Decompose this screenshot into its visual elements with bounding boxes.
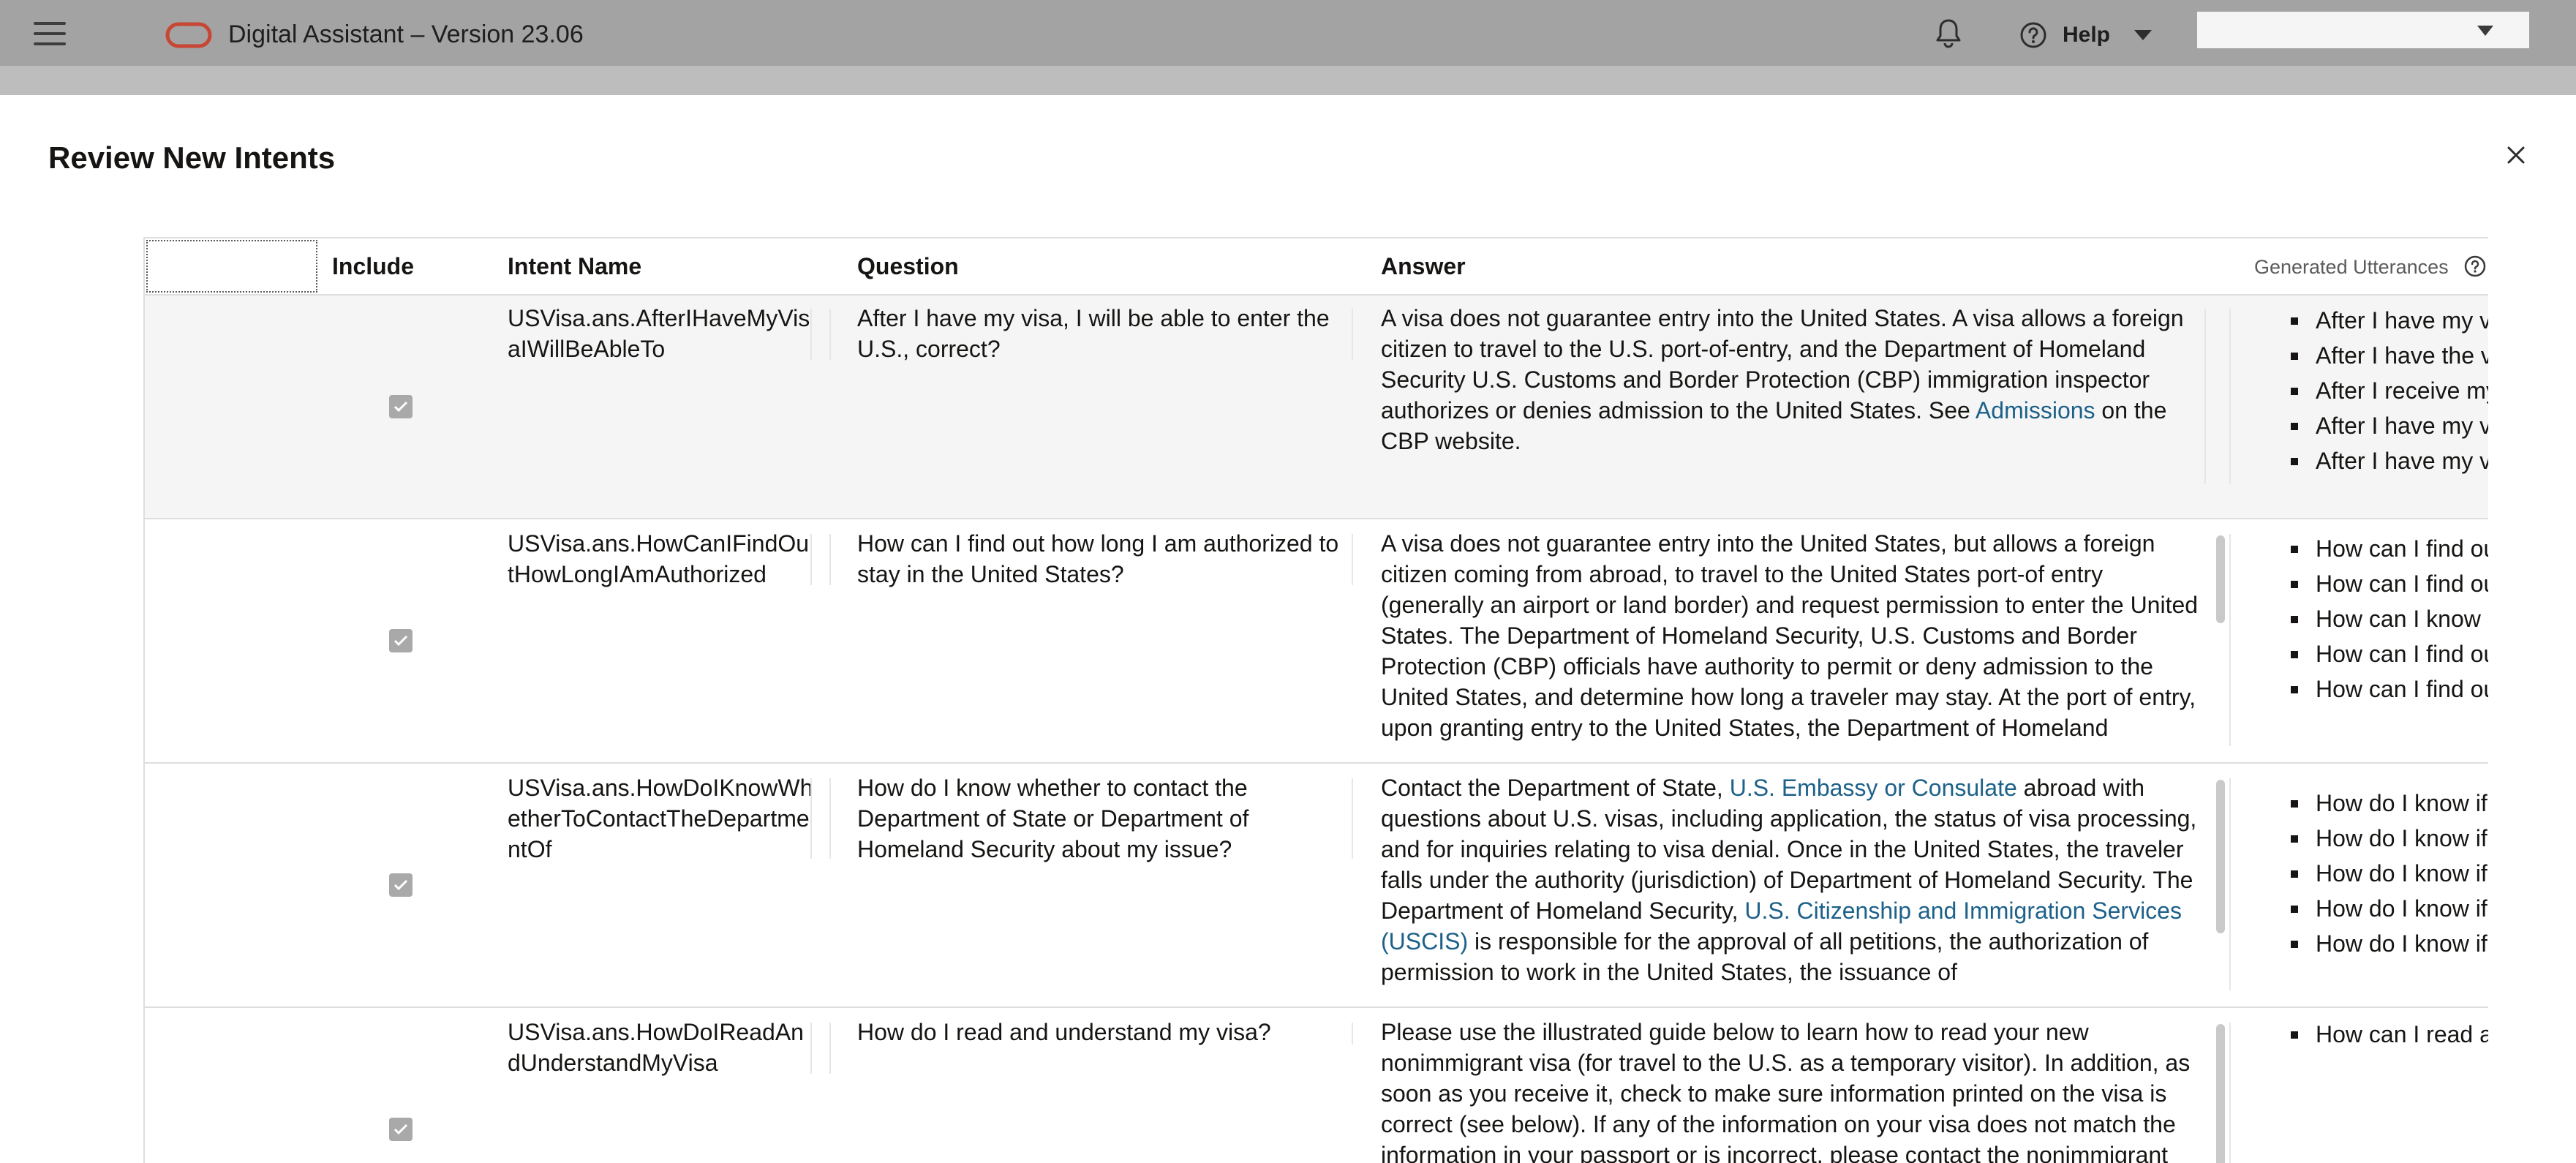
column-divider — [2229, 1023, 2231, 1163]
column-divider — [1352, 309, 1353, 360]
column-divider — [829, 1023, 831, 1074]
intent-name-cell: USVisa.ans.HowDoIKnowWhetherToContactThe… — [508, 775, 813, 862]
user-menu-chevron-icon[interactable] — [2477, 25, 2494, 37]
help-menu-button[interactable]: Help — [2019, 18, 2153, 53]
answer-cell: Please use the illustrated guide below t… — [1381, 1019, 2191, 1163]
list-item: After I have my v — [2291, 443, 2488, 478]
column-intent-name[interactable]: Intent Name — [508, 253, 641, 280]
answer-cell: A visa does not guarantee entry into the… — [1381, 530, 2199, 741]
intent-name-cell: USVisa.ans.HowCanIFindOutHowLongIAmAutho… — [508, 530, 810, 587]
list-item: After I have the v — [2291, 338, 2488, 373]
utterances-list: How can I find ou How can I find ou How … — [2291, 531, 2488, 707]
list-item: How do I know if — [2291, 926, 2488, 961]
answer-cell: A visa does not guarantee entry into the… — [1381, 303, 2207, 456]
answer-cell: Contact the Department of State, U.S. Em… — [1381, 772, 2207, 987]
list-item: How do I know if — [2291, 856, 2488, 891]
bell-icon[interactable] — [1931, 16, 1966, 51]
checkbox-checked-icon — [393, 401, 408, 413]
background-overlay — [0, 66, 2576, 95]
table-row[interactable]: USVisa.ans.HowCanIFindOutHowLongIAmAutho… — [145, 519, 2488, 764]
question-cell: How do I read and understand my visa? — [857, 1019, 1271, 1045]
column-divider — [2229, 309, 2231, 484]
table-row[interactable]: USVisa.ans.HowDoIKnowWhetherToContactThe… — [145, 764, 2488, 1008]
select-all-header[interactable] — [146, 240, 317, 293]
utterances-list: How do I know if How do I know if How do… — [2291, 786, 2488, 961]
column-question[interactable]: Question — [857, 253, 959, 280]
list-item: How can I find ou — [2291, 636, 2488, 671]
answer-text: Contact the Department of State, — [1381, 775, 1730, 801]
column-generated-utterances[interactable]: Generated Utterances — [2254, 256, 2449, 279]
column-divider — [2204, 309, 2206, 484]
question-cell: After I have my visa, I will be able to … — [857, 305, 1330, 362]
info-circle-icon[interactable] — [2463, 255, 2487, 278]
include-checkbox[interactable] — [389, 873, 413, 897]
column-divider — [810, 1023, 812, 1074]
column-divider — [829, 778, 831, 859]
list-item: How do I know if — [2291, 891, 2488, 926]
dialog-title: Review New Intents — [48, 140, 336, 175]
list-item: After I have my v — [2291, 408, 2488, 443]
column-divider — [810, 309, 812, 360]
utterances-list: How can I read a — [2291, 1017, 2488, 1052]
chevron-down-icon — [2134, 30, 2153, 40]
help-label: Help — [2063, 23, 2111, 47]
table-row[interactable]: USVisa.ans.HowDoIReadAndUnderstandMyVisa… — [145, 1008, 2488, 1163]
intents-table: Include Intent Name Question Answer Gene… — [143, 237, 2488, 1163]
answer-scrollbar[interactable] — [2216, 1024, 2225, 1163]
close-icon[interactable] — [2501, 140, 2531, 170]
embassy-consulate-link[interactable]: U.S. Embassy or Consulate — [1730, 775, 2017, 801]
list-item: How can I know h — [2291, 601, 2488, 636]
column-divider — [1352, 534, 1353, 585]
question-cell: How do I know whether to contact the Dep… — [857, 775, 1249, 862]
column-divider — [1352, 778, 1353, 859]
answer-text: is responsible for the approval of all p… — [1381, 928, 2149, 985]
oracle-logo — [165, 22, 212, 48]
utterances-list: After I have my v After I have the v Aft… — [2291, 303, 2488, 478]
list-item: How do I know if — [2291, 786, 2488, 821]
checkbox-checked-icon — [393, 635, 408, 647]
column-divider — [1352, 1023, 1353, 1045]
column-divider — [810, 778, 812, 859]
list-item: After I receive my — [2291, 373, 2488, 408]
include-checkbox[interactable] — [389, 629, 413, 652]
list-item: How can I read a — [2291, 1017, 2488, 1052]
intent-name-cell: USVisa.ans.AfterIHaveMyVisaIWillBeAbleTo — [508, 305, 810, 362]
help-circle-icon — [2020, 22, 2046, 48]
intent-name-cell: USVisa.ans.HowDoIReadAndUnderstandMyVisa — [508, 1019, 804, 1076]
column-divider — [2229, 778, 2231, 990]
list-item: How can I find ou — [2291, 566, 2488, 601]
answer-scrollbar[interactable] — [2216, 535, 2225, 623]
checkbox-checked-icon — [393, 1124, 408, 1135]
answer-scrollbar[interactable] — [2216, 780, 2225, 933]
column-include[interactable]: Include — [332, 253, 414, 280]
include-checkbox[interactable] — [389, 395, 413, 418]
app-title: Digital Assistant – Version 23.06 — [228, 20, 584, 48]
list-item: How do I know if — [2291, 821, 2488, 856]
app-header: Digital Assistant – Version 23.06 Help — [0, 0, 2576, 66]
review-intents-dialog: Review New Intents Include Intent Name Q… — [0, 95, 2576, 1163]
column-answer[interactable]: Answer — [1381, 253, 1466, 280]
list-item: How can I find ou — [2291, 671, 2488, 707]
checkbox-checked-icon — [393, 879, 408, 891]
question-cell: How can I find out how long I am authori… — [857, 530, 1339, 587]
column-divider — [2229, 534, 2231, 746]
column-divider — [810, 534, 812, 585]
include-checkbox[interactable] — [389, 1118, 413, 1141]
table-row[interactable]: USVisa.ans.AfterIHaveMyVisaIWillBeAbleTo… — [145, 296, 2488, 519]
list-item: After I have my v — [2291, 303, 2488, 338]
hamburger-menu-icon[interactable] — [34, 22, 66, 45]
column-divider — [829, 309, 831, 360]
table-header: Include Intent Name Question Answer Gene… — [145, 238, 2488, 296]
column-divider — [829, 534, 831, 585]
admissions-link[interactable]: Admissions — [1976, 397, 2095, 424]
list-item: How can I find ou — [2291, 531, 2488, 566]
